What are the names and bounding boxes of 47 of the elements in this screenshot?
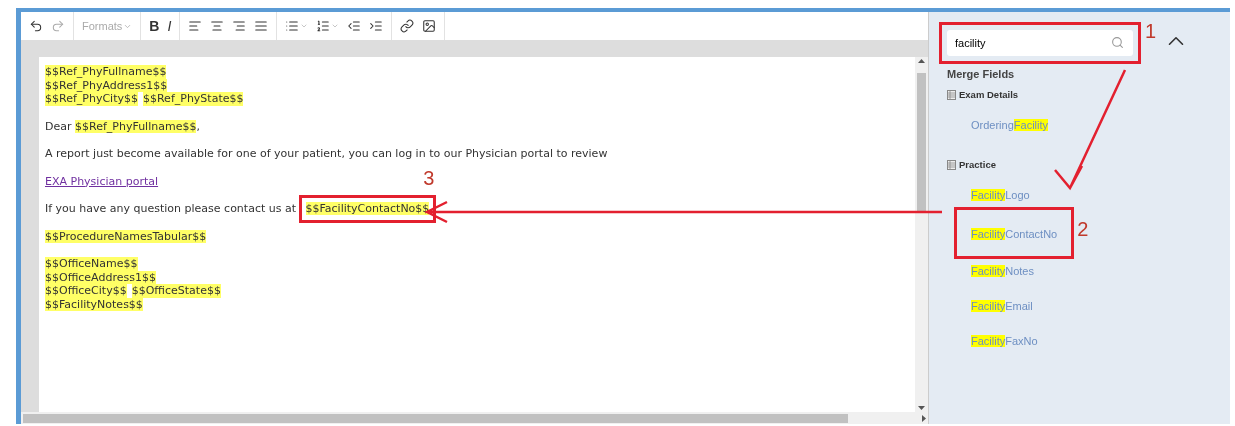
merge-field: $$ProcedureNamesTabular$$ <box>45 229 207 243</box>
scroll-right-icon[interactable] <box>922 414 926 422</box>
body-text: , <box>196 119 200 133</box>
search-field[interactable]: facility <box>947 30 1133 56</box>
indent-icon <box>369 19 384 33</box>
body-text: Dear <box>45 119 73 133</box>
callout-number: 1 <box>1145 20 1157 43</box>
merge-field-item[interactable]: FacilityContactNo <box>971 228 1058 240</box>
callout-number: 3 <box>423 172 435 186</box>
align-left-icon <box>188 19 203 33</box>
merge-field: $$Ref_PhyCity$$ <box>45 92 138 106</box>
formats-dropdown[interactable]: Formats <box>79 18 136 34</box>
scroll-up-icon[interactable] <box>918 59 925 63</box>
group-label: Practice <box>959 159 996 170</box>
scroll-down-icon[interactable] <box>918 406 925 410</box>
numbered-list-icon <box>316 19 331 33</box>
merge-field-item[interactable]: OrderingFacility <box>971 119 1049 131</box>
image-icon <box>422 19 437 33</box>
vertical-scrollbar[interactable] <box>915 57 928 412</box>
merge-field: $$OfficeCity$$ <box>45 284 127 298</box>
callout-number: 2 <box>1077 218 1089 241</box>
merge-field: $$Ref_PhyFullname$$ <box>45 65 167 79</box>
bold-button[interactable]: B <box>146 16 163 36</box>
bullet-list-icon <box>285 19 300 33</box>
undo-icon <box>29 19 43 33</box>
align-right-icon <box>232 19 247 33</box>
horizontal-scrollbar[interactable] <box>21 412 928 424</box>
merge-field: $$OfficeState$$ <box>131 284 221 298</box>
search-icon[interactable] <box>1111 36 1124 49</box>
link-icon <box>400 19 415 33</box>
align-center-icon <box>210 19 225 33</box>
outdent-icon <box>347 19 362 33</box>
redo-icon <box>51 19 65 33</box>
table-icon <box>947 89 956 100</box>
merge-field: $$Ref_PhyState$$ <box>142 92 244 106</box>
italic-button[interactable]: I <box>164 16 175 36</box>
merge-field: $$FacilityContactNo$$ <box>305 202 430 215</box>
merge-field: $$OfficeName$$ <box>45 257 138 271</box>
body-text: A report just become available for one of your patient, you can log in to our Physician portal to review <box>45 147 608 161</box>
justify-icon <box>254 19 269 33</box>
panel-heading: Merge Fields <box>947 68 1016 80</box>
portal-link[interactable]: EXA Physician portal <box>45 174 159 188</box>
table-icon <box>947 159 956 170</box>
body-text: If you have any question please contact us at <box>45 202 297 216</box>
caret-icon <box>331 22 340 30</box>
group-label: Exam Details <box>959 89 1019 100</box>
caret-icon <box>300 22 309 30</box>
